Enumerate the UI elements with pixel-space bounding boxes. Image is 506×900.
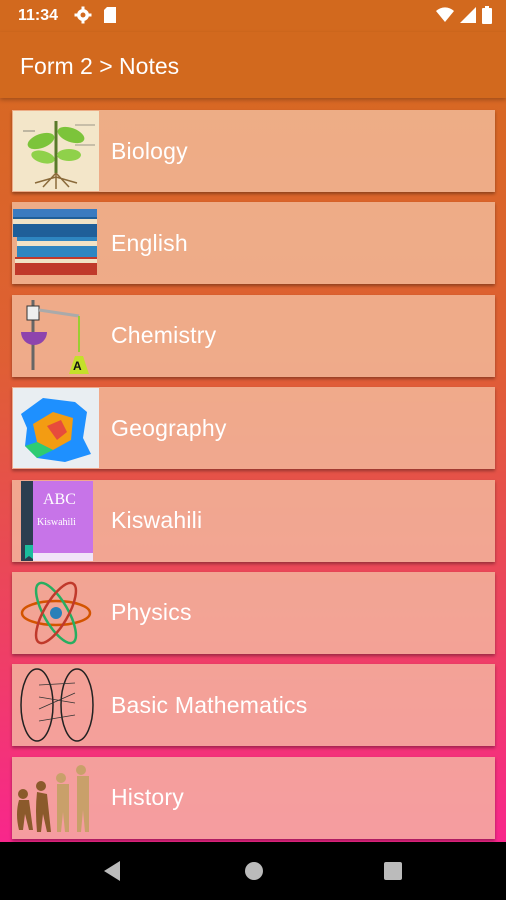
subject-label: Chemistry [111,322,217,349]
status-bar: 11:34 [0,0,506,32]
atom-icon [13,573,99,653]
battery-icon [482,6,492,29]
sets-mapping-icon [13,665,99,745]
status-time: 11:34 [18,7,59,24]
page-title: Form 2 > Notes [20,53,180,79]
plant-diagram-icon [13,111,99,191]
subject-card-physics[interactable]: Physics [12,571,495,654]
subject-card-biology[interactable]: Biology [12,110,495,192]
gear-icon [74,6,92,29]
subject-label: English [111,229,188,256]
recent-apps-icon[interactable] [384,862,402,885]
app-bar: Form 2 > Notes [0,32,506,98]
subject-label: Geography [111,414,227,441]
navigation-bar [0,842,506,900]
home-icon[interactable] [244,861,264,886]
subject-card-basic-mathematics[interactable]: Basic Mathematics [12,664,495,747]
subject-card-kiswahili[interactable]: ABC Kiswahili Kiswahili [12,479,495,562]
wifi-icon [436,7,454,28]
subject-list: Biology English A Chemistry Geography AB… [12,110,495,849]
signal-icon [460,7,476,28]
subject-label: Basic Mathematics [111,691,308,718]
subject-card-english[interactable]: English [12,202,495,285]
subject-label: Kiswahili [111,507,203,534]
subject-card-geography[interactable]: Geography [12,387,495,470]
book-title: ABC [43,490,76,508]
books-stack-icon [13,203,99,283]
chemistry-apparatus-icon: A [13,296,99,376]
svg-text:A: A [73,359,82,373]
subject-card-chemistry[interactable]: A Chemistry [12,294,495,377]
subject-label: Biology [111,137,188,164]
subject-label: Physics [111,599,192,626]
sd-card-icon [103,6,117,29]
map-icon [13,388,99,469]
subject-label: History [111,784,184,811]
book-icon: ABC Kiswahili [13,480,99,561]
human-evolution-icon [13,758,99,838]
subject-card-history[interactable]: History [12,756,495,839]
book-subtitle: Kiswahili [37,516,76,528]
back-icon[interactable] [102,861,122,886]
